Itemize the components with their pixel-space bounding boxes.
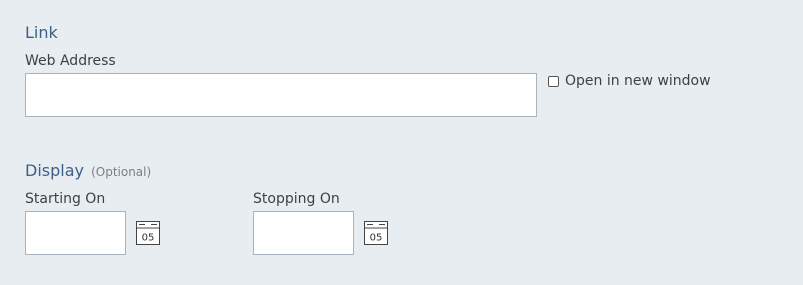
display-section-title: Display (Optional) [25, 161, 151, 182]
starting-on-input[interactable] [25, 211, 126, 255]
web-address-input[interactable] [25, 73, 537, 117]
stopping-on-calendar-icon[interactable]: 05 [364, 221, 388, 245]
starting-on-label: Starting On [25, 191, 106, 207]
starting-on-calendar-icon-label: 05 [142, 233, 155, 244]
optional-label: (Optional) [91, 165, 152, 179]
starting-on-calendar-icon[interactable]: 05 [136, 221, 160, 245]
link-section-title: Link [25, 23, 58, 42]
open-new-window-label[interactable]: Open in new window [565, 72, 711, 90]
checkbox-unchecked-icon[interactable] [548, 75, 559, 87]
open-new-window-checkbox[interactable]: Open in new window [548, 72, 711, 90]
display-title-text: Display [25, 161, 84, 180]
stopping-on-label: Stopping On [253, 191, 340, 207]
web-address-label: Web Address [25, 53, 116, 69]
stopping-on-calendar-icon-label: 05 [370, 233, 383, 244]
stopping-on-input[interactable] [253, 211, 354, 255]
